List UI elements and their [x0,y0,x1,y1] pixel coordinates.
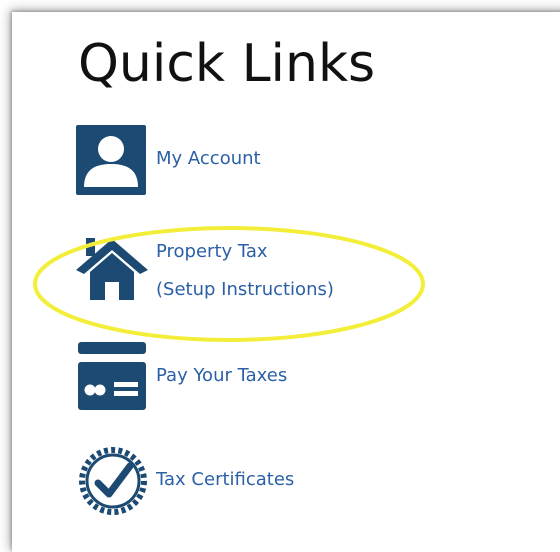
card-icon [76,340,148,416]
pay-your-taxes-link[interactable]: Pay Your Taxes [76,340,336,416]
setup-instructions-label: (Setup Instructions) [156,279,334,300]
quick-links-panel: Quick Links My Account Property Tax (Set… [12,12,560,552]
house-icon [76,234,148,310]
tax-certificates-label: Tax Certificates [156,469,295,490]
tax-certificates-link[interactable]: Tax Certificates [76,444,356,520]
property-tax-label: Property Tax [156,241,268,262]
my-account-link[interactable]: My Account [76,125,316,197]
certificate-check-icon [76,444,150,522]
property-tax-link[interactable]: Property Tax (Setup Instructions) [76,234,396,314]
quick-links-title: Quick Links [78,34,376,94]
pay-your-taxes-label: Pay Your Taxes [156,365,288,386]
user-icon [76,125,146,199]
my-account-label: My Account [156,148,261,169]
